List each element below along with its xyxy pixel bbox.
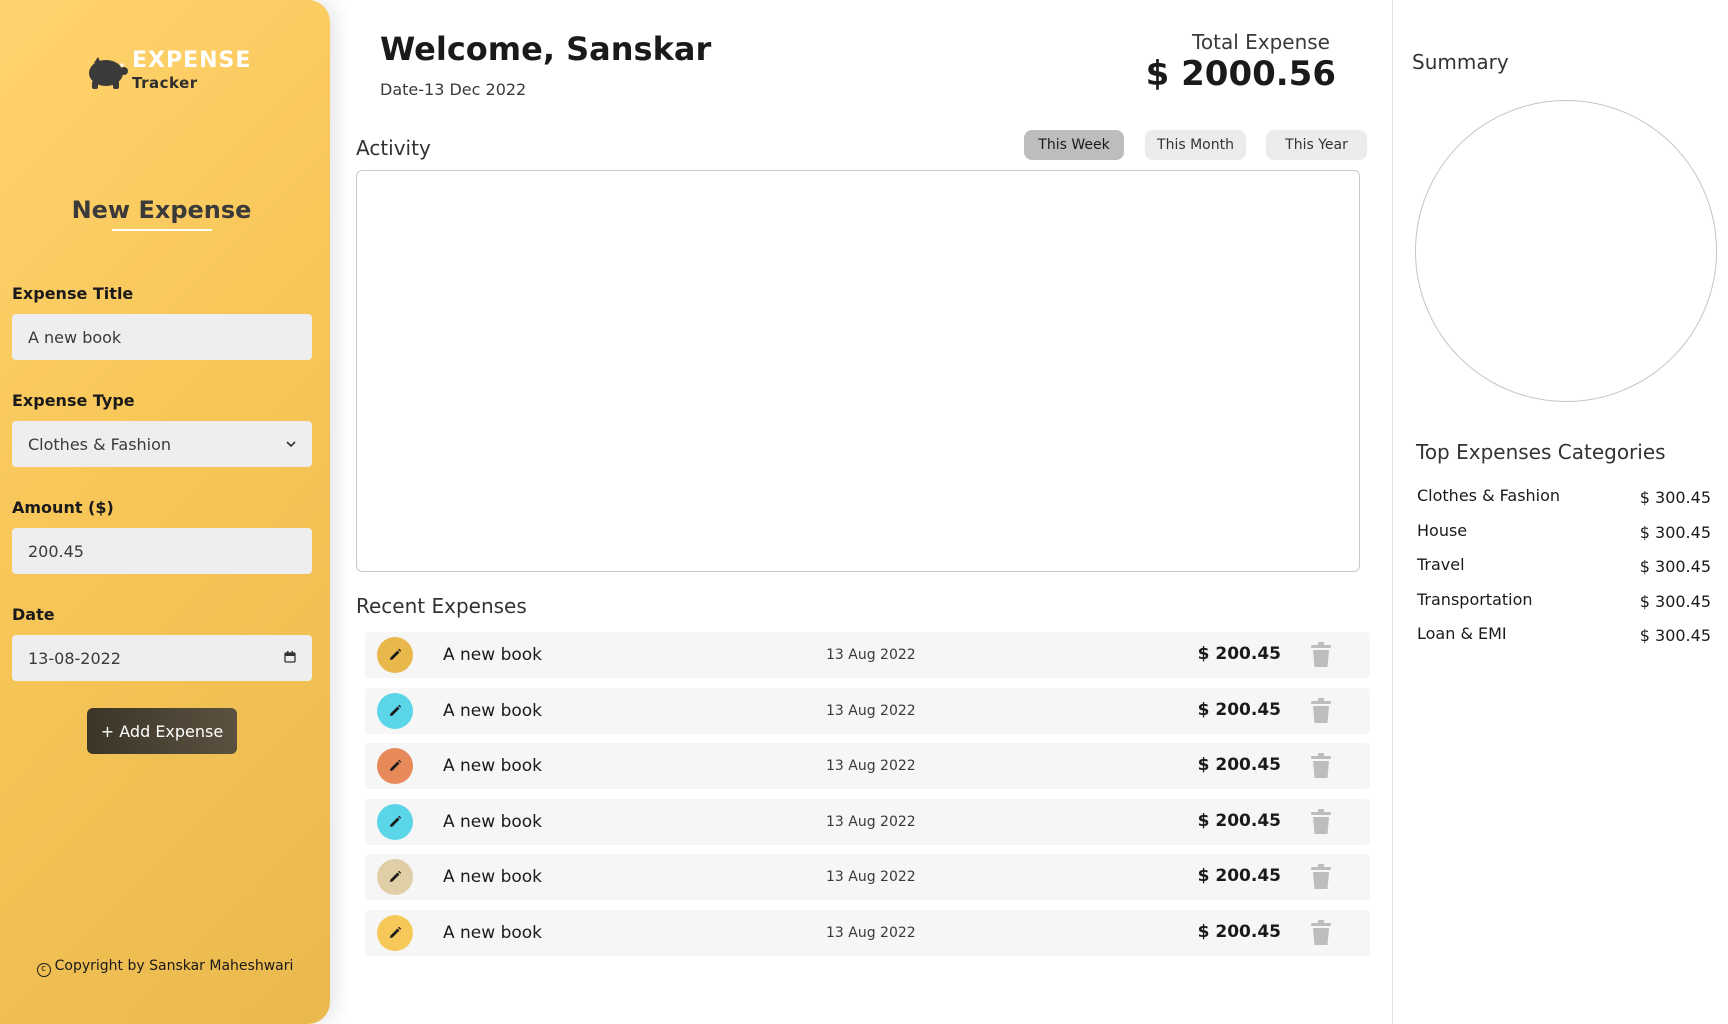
expense-title: A new book (443, 811, 543, 832)
expense-amount: $ 200.45 (1197, 921, 1281, 942)
pencil-icon (390, 648, 402, 660)
edit-button[interactable] (377, 637, 413, 673)
calendar-icon[interactable] (284, 650, 296, 666)
edit-button[interactable] (377, 692, 413, 729)
category-name: Transportation (1417, 589, 1533, 609)
expense-row[interactable]: A new book 13 Aug 2022 $ 200.45 (365, 632, 1370, 678)
pencil-icon (390, 759, 402, 771)
category-name: Loan & EMI (1417, 624, 1507, 643)
piggy-bank-icon (89, 56, 128, 89)
summary-heading: Summary (1412, 50, 1509, 74)
expense-title-label: Expense Title (12, 284, 134, 303)
edit-button[interactable] (377, 803, 413, 840)
amount-value: 200.45 (28, 541, 84, 561)
category-row: Loan & EMI $ 300.45 (1417, 624, 1711, 645)
pencil-icon (390, 704, 402, 716)
chevron-down-icon (286, 437, 296, 451)
edit-button[interactable] (377, 859, 413, 895)
expense-type-label: Expense Type (12, 391, 135, 410)
expense-title: A new book (443, 756, 543, 776)
activity-heading: Activity (356, 136, 431, 160)
amount-label: Amount ($) (12, 498, 114, 517)
expense-date: 13 Aug 2022 (826, 813, 916, 830)
category-amount: $ 300.45 (1639, 557, 1711, 576)
brand-title: EXPENSE (132, 48, 252, 73)
trash-icon[interactable] (1310, 864, 1332, 890)
summary-pie-chart (1415, 100, 1717, 402)
brand-logo[interactable]: EXPENSE Tracker (86, 50, 251, 91)
this-year-button[interactable]: This Year (1266, 130, 1367, 160)
category-name: Travel (1417, 555, 1465, 574)
brand-subtitle: Tracker (132, 74, 198, 92)
category-row: Travel $ 300.45 (1417, 555, 1711, 576)
copyright-text: Copyright by Sanskar Maheshwari (54, 958, 294, 974)
expense-row[interactable]: A new book 13 Aug 2022 $ 200.45 (365, 798, 1370, 845)
date-input[interactable]: 13-08-2022 (12, 635, 312, 681)
total-expense-label: Total Expense (1192, 30, 1330, 54)
activity-chart (356, 170, 1360, 572)
edit-button[interactable] (377, 914, 413, 951)
panel-divider (1392, 0, 1393, 1024)
category-row: House $ 300.45 (1417, 521, 1711, 542)
trash-icon[interactable] (1310, 808, 1332, 835)
pencil-icon (390, 815, 402, 827)
expense-title-input[interactable]: A new book (12, 314, 312, 360)
category-amount: $ 300.45 (1639, 488, 1711, 507)
expense-title-value: A new book (28, 327, 122, 347)
sidebar: EXPENSE Tracker New Expense Expense Titl… (0, 0, 330, 1024)
amount-input[interactable]: 200.45 (12, 528, 312, 574)
expense-date: 13 Aug 2022 (826, 924, 916, 941)
edit-button[interactable] (377, 748, 413, 784)
expense-row[interactable]: A new book 13 Aug 2022 $ 200.45 (365, 854, 1370, 900)
expense-date: 13 Aug 2022 (826, 647, 916, 663)
heading-underline (112, 229, 212, 231)
expense-date: 13 Aug 2022 (826, 869, 916, 885)
category-amount: $ 300.45 (1639, 522, 1711, 542)
trash-icon[interactable] (1310, 753, 1332, 779)
this-month-button[interactable]: This Month (1145, 130, 1246, 160)
expense-amount: $ 200.45 (1197, 810, 1281, 831)
category-name: House (1417, 520, 1468, 540)
welcome-heading: Welcome, Sanskar (380, 30, 712, 68)
category-row: Transportation $ 300.45 (1417, 590, 1711, 611)
expense-amount: $ 200.45 (1197, 866, 1281, 886)
category-amount: $ 300.45 (1639, 591, 1711, 611)
expense-title: A new book (443, 645, 543, 665)
this-week-button[interactable]: This Week (1024, 130, 1124, 160)
expense-row[interactable]: A new book 13 Aug 2022 $ 200.45 (365, 687, 1370, 734)
pencil-icon (390, 870, 402, 882)
add-expense-button[interactable]: + Add Expense (87, 708, 237, 754)
expense-amount: $ 200.45 (1197, 755, 1281, 775)
expense-date: 13 Aug 2022 (826, 758, 916, 774)
new-expense-heading: New Expense (71, 196, 252, 224)
recent-expenses-heading: Recent Expenses (356, 594, 527, 618)
trash-icon[interactable] (1310, 919, 1332, 946)
top-categories-heading: Top Expenses Categories (1416, 440, 1666, 464)
category-row: Clothes & Fashion $ 300.45 (1417, 486, 1711, 507)
current-date: Date-13 Dec 2022 (380, 80, 527, 99)
expense-title: A new book (443, 867, 543, 887)
copyright-footer: c Copyright by Sanskar Maheshwari (0, 958, 330, 977)
category-name: Clothes & Fashion (1417, 486, 1561, 505)
trash-icon[interactable] (1310, 642, 1332, 668)
pencil-icon (390, 926, 402, 938)
expense-type-value: Clothes & Fashion (28, 434, 172, 454)
trash-icon[interactable] (1310, 697, 1332, 724)
expense-amount: $ 200.45 (1197, 699, 1281, 720)
total-expense-value: $ 2000.56 (1145, 54, 1336, 94)
copyright-icon: c (36, 963, 51, 977)
expense-title: A new book (443, 700, 543, 721)
expense-type-select[interactable]: Clothes & Fashion (12, 421, 312, 467)
date-value: 13-08-2022 (28, 648, 121, 668)
expense-row[interactable]: A new book 13 Aug 2022 $ 200.45 (365, 909, 1370, 956)
expense-row[interactable]: A new book 13 Aug 2022 $ 200.45 (365, 743, 1370, 789)
expense-title: A new book (443, 922, 543, 943)
expense-date: 13 Aug 2022 (826, 702, 916, 719)
date-label: Date (12, 605, 55, 624)
category-amount: $ 300.45 (1639, 626, 1711, 645)
expense-amount: $ 200.45 (1197, 644, 1281, 664)
